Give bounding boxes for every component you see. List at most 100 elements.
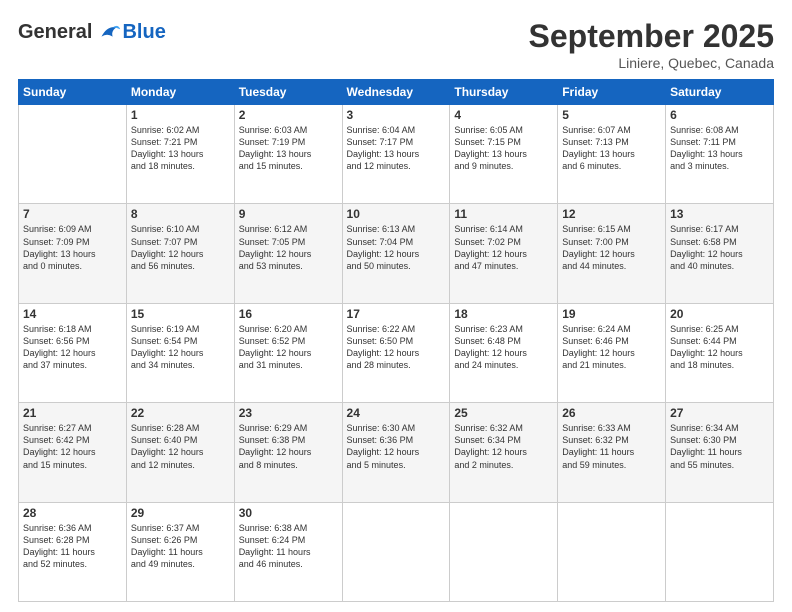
calendar-cell: 10 Sunrise: 6:13 AM Sunset: 7:04 PM Dayli…: [342, 204, 450, 303]
calendar-cell: 9Sunrise: 6:12 AM Sunset: 7:05 PM Daylig…: [234, 204, 342, 303]
day-number: 19: [562, 307, 661, 321]
header: General Blue September 2025 Liniere, Que…: [18, 18, 774, 71]
day-info: Sunrise: 6:12 AM Sunset: 7:05 PM Dayligh…: [239, 223, 338, 272]
day-info: Sunrise: 6:36 AM Sunset: 6:28 PM Dayligh…: [23, 522, 122, 571]
day-number: 13: [670, 207, 769, 221]
calendar-cell: 14 Sunrise: 6:18 AM Sunset: 6:56 PM Dayli…: [19, 303, 127, 402]
day-number: 26: [562, 406, 661, 420]
location: Liniere, Quebec, Canada: [529, 55, 774, 71]
calendar-week-row: 28 Sunrise: 6:36 AM Sunset: 6:28 PM Dayli…: [19, 502, 774, 601]
day-number: 22: [131, 406, 230, 420]
day-info: Sunrise: 6:38 AM Sunset: 6:24 PM Dayligh…: [239, 522, 338, 571]
calendar-cell: 20 Sunrise: 6:25 AM Sunset: 6:44 PM Dayli…: [666, 303, 774, 402]
logo: General Blue: [18, 18, 166, 46]
calendar-cell: 24 Sunrise: 6:30 AM Sunset: 6:36 PM Dayli…: [342, 403, 450, 502]
day-info: Sunrise: 6:18 AM Sunset: 6:56 PM Dayligh…: [23, 323, 122, 372]
day-info: Sunrise: 6:19 AM Sunset: 6:54 PM Dayligh…: [131, 323, 230, 372]
header-wednesday: Wednesday: [342, 80, 450, 105]
calendar-cell: 22Sunrise: 6:28 AM Sunset: 6:40 PM Dayli…: [126, 403, 234, 502]
day-number: 6: [670, 108, 769, 122]
header-monday: Monday: [126, 80, 234, 105]
day-number: 17: [347, 307, 446, 321]
calendar-cell: 5Sunrise: 6:07 AM Sunset: 7:13 PM Daylig…: [558, 105, 666, 204]
day-info: Sunrise: 6:10 AM Sunset: 7:07 PM Dayligh…: [131, 223, 230, 272]
calendar-cell: 28 Sunrise: 6:36 AM Sunset: 6:28 PM Dayli…: [19, 502, 127, 601]
day-number: 14: [23, 307, 122, 321]
day-number: 21: [23, 406, 122, 420]
day-info: Sunrise: 6:14 AM Sunset: 7:02 PM Dayligh…: [454, 223, 553, 272]
calendar-cell: 3 Sunrise: 6:04 AM Sunset: 7:17 PM Daylig…: [342, 105, 450, 204]
header-sunday: Sunday: [19, 80, 127, 105]
day-info: Sunrise: 6:04 AM Sunset: 7:17 PM Dayligh…: [347, 124, 446, 173]
header-thursday: Thursday: [450, 80, 558, 105]
day-info: Sunrise: 6:09 AM Sunset: 7:09 PM Dayligh…: [23, 223, 122, 272]
day-number: 1: [131, 108, 230, 122]
calendar-cell: 26Sunrise: 6:33 AM Sunset: 6:32 PM Dayli…: [558, 403, 666, 502]
day-number: 24: [347, 406, 446, 420]
day-info: Sunrise: 6:25 AM Sunset: 6:44 PM Dayligh…: [670, 323, 769, 372]
day-info: Sunrise: 6:27 AM Sunset: 6:42 PM Dayligh…: [23, 422, 122, 471]
day-number: 20: [670, 307, 769, 321]
header-saturday: Saturday: [666, 80, 774, 105]
day-number: 7: [23, 207, 122, 221]
calendar-cell: [342, 502, 450, 601]
calendar-week-row: 7 Sunrise: 6:09 AM Sunset: 7:09 PM Daylig…: [19, 204, 774, 303]
calendar-cell: 16Sunrise: 6:20 AM Sunset: 6:52 PM Dayli…: [234, 303, 342, 402]
calendar-cell: 29Sunrise: 6:37 AM Sunset: 6:26 PM Dayli…: [126, 502, 234, 601]
calendar-cell: 25 Sunrise: 6:32 AM Sunset: 6:34 PM Dayli…: [450, 403, 558, 502]
calendar-cell: 15 Sunrise: 6:19 AM Sunset: 6:54 PM Dayli…: [126, 303, 234, 402]
logo-blue: Blue: [122, 21, 165, 44]
day-number: 4: [454, 108, 553, 122]
logo-area: General Blue: [18, 18, 166, 46]
calendar-cell: 18 Sunrise: 6:23 AM Sunset: 6:48 PM Dayli…: [450, 303, 558, 402]
calendar-week-row: 21 Sunrise: 6:27 AM Sunset: 6:42 PM Dayli…: [19, 403, 774, 502]
day-number: 28: [23, 506, 122, 520]
day-info: Sunrise: 6:13 AM Sunset: 7:04 PM Dayligh…: [347, 223, 446, 272]
calendar-cell: 23 Sunrise: 6:29 AM Sunset: 6:38 PM Dayli…: [234, 403, 342, 502]
day-info: Sunrise: 6:22 AM Sunset: 6:50 PM Dayligh…: [347, 323, 446, 372]
day-info: Sunrise: 6:24 AM Sunset: 6:46 PM Dayligh…: [562, 323, 661, 372]
day-info: Sunrise: 6:03 AM Sunset: 7:19 PM Dayligh…: [239, 124, 338, 173]
day-number: 10: [347, 207, 446, 221]
month-title: September 2025: [529, 18, 774, 55]
calendar-cell: 6Sunrise: 6:08 AM Sunset: 7:11 PM Daylig…: [666, 105, 774, 204]
day-info: Sunrise: 6:23 AM Sunset: 6:48 PM Dayligh…: [454, 323, 553, 372]
header-tuesday: Tuesday: [234, 80, 342, 105]
day-info: Sunrise: 6:34 AM Sunset: 6:30 PM Dayligh…: [670, 422, 769, 471]
calendar-cell: [450, 502, 558, 601]
calendar-cell: 13Sunrise: 6:17 AM Sunset: 6:58 PM Dayli…: [666, 204, 774, 303]
calendar-cell: [19, 105, 127, 204]
day-info: Sunrise: 6:29 AM Sunset: 6:38 PM Dayligh…: [239, 422, 338, 471]
weekday-header-row: Sunday Monday Tuesday Wednesday Thursday…: [19, 80, 774, 105]
calendar-cell: 2 Sunrise: 6:03 AM Sunset: 7:19 PM Daylig…: [234, 105, 342, 204]
calendar-cell: 21 Sunrise: 6:27 AM Sunset: 6:42 PM Dayli…: [19, 403, 127, 502]
day-number: 2: [239, 108, 338, 122]
calendar-cell: 17 Sunrise: 6:22 AM Sunset: 6:50 PM Dayli…: [342, 303, 450, 402]
calendar-cell: 27 Sunrise: 6:34 AM Sunset: 6:30 PM Dayli…: [666, 403, 774, 502]
day-info: Sunrise: 6:30 AM Sunset: 6:36 PM Dayligh…: [347, 422, 446, 471]
calendar-cell: 30 Sunrise: 6:38 AM Sunset: 6:24 PM Dayli…: [234, 502, 342, 601]
day-number: 27: [670, 406, 769, 420]
day-info: Sunrise: 6:05 AM Sunset: 7:15 PM Dayligh…: [454, 124, 553, 173]
day-number: 3: [347, 108, 446, 122]
header-friday: Friday: [558, 80, 666, 105]
calendar-cell: [666, 502, 774, 601]
day-number: 12: [562, 207, 661, 221]
day-number: 30: [239, 506, 338, 520]
day-info: Sunrise: 6:02 AM Sunset: 7:21 PM Dayligh…: [131, 124, 230, 173]
day-info: Sunrise: 6:32 AM Sunset: 6:34 PM Dayligh…: [454, 422, 553, 471]
day-number: 25: [454, 406, 553, 420]
day-number: 23: [239, 406, 338, 420]
logo-general: General: [18, 21, 92, 44]
day-number: 18: [454, 307, 553, 321]
day-number: 15: [131, 307, 230, 321]
title-area: September 2025 Liniere, Quebec, Canada: [529, 18, 774, 71]
calendar-cell: 7 Sunrise: 6:09 AM Sunset: 7:09 PM Daylig…: [19, 204, 127, 303]
calendar: Sunday Monday Tuesday Wednesday Thursday…: [18, 79, 774, 602]
calendar-cell: 12Sunrise: 6:15 AM Sunset: 7:00 PM Dayli…: [558, 204, 666, 303]
calendar-cell: 1 Sunrise: 6:02 AM Sunset: 7:21 PM Daylig…: [126, 105, 234, 204]
calendar-cell: 11Sunrise: 6:14 AM Sunset: 7:02 PM Dayli…: [450, 204, 558, 303]
calendar-cell: 8Sunrise: 6:10 AM Sunset: 7:07 PM Daylig…: [126, 204, 234, 303]
day-number: 16: [239, 307, 338, 321]
calendar-cell: [558, 502, 666, 601]
